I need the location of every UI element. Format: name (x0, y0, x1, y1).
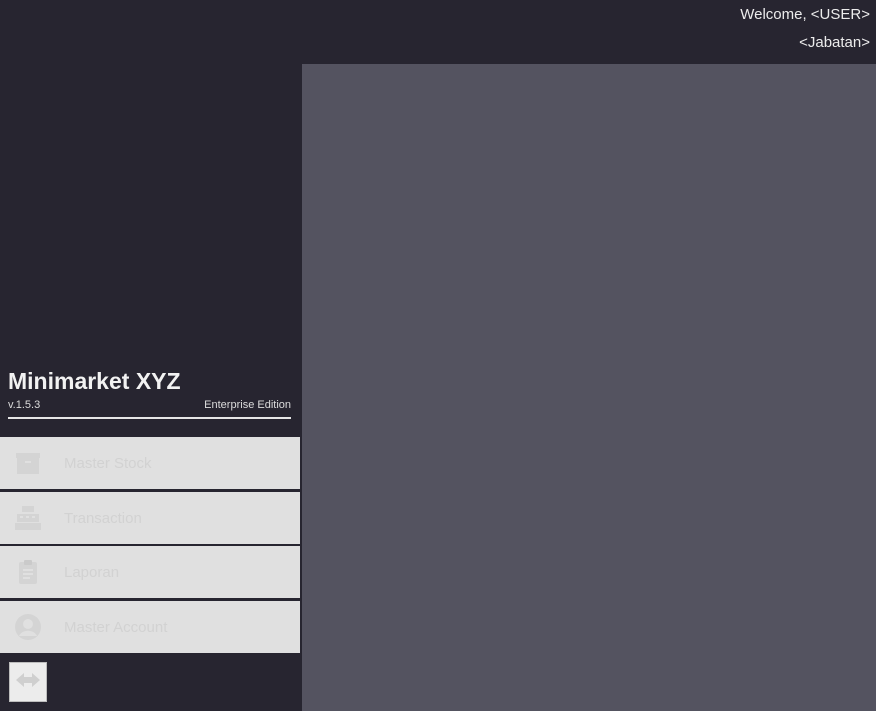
menu-item-master-account[interactable]: Master Account (0, 601, 300, 653)
clipboard-icon (12, 556, 44, 588)
app-title: Minimarket XYZ (8, 368, 181, 394)
menu-label: Master Stock (64, 454, 152, 472)
welcome-text: Welcome, <USER> (740, 6, 870, 23)
menu-item-laporan[interactable]: Laporan (0, 546, 300, 598)
menu-label: Transaction (64, 509, 142, 527)
top-bar: Welcome, <USER> <Jabatan> (0, 0, 876, 64)
menu-item-master-stock[interactable]: Master Stock (0, 437, 300, 489)
user-icon (12, 611, 44, 643)
main-content-area (302, 64, 876, 711)
sidebar: Minimarket XYZ v.1.5.3 Enterprise Editio… (0, 64, 302, 711)
menu-item-transaction[interactable]: Transaction (0, 492, 300, 544)
brand-divider (8, 417, 291, 419)
app-edition: Enterprise Edition (204, 399, 291, 411)
box-icon (12, 447, 44, 479)
menu-label: Laporan (64, 563, 120, 581)
sidebar-toggle-button[interactable] (9, 662, 47, 702)
app-version: v.1.5.3 (8, 399, 41, 411)
menu-label: Master Account (64, 618, 168, 636)
arrows-horizontal-icon (14, 670, 42, 695)
jabatan-text: <Jabatan> (799, 34, 870, 51)
cash-register-icon (12, 502, 44, 534)
